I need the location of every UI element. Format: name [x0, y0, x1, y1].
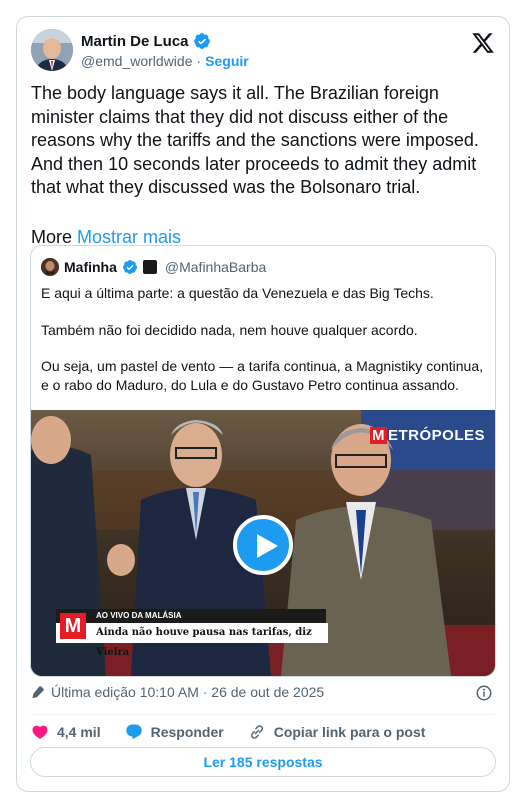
- quoted-post-text: E aqui a última parte: a questão da Vene…: [41, 284, 489, 412]
- separator-dot: ·: [196, 53, 202, 69]
- link-icon: [250, 725, 263, 739]
- play-icon: [257, 534, 278, 558]
- info-icon[interactable]: [475, 684, 493, 702]
- quoted-paragraph: Ou seja, um pastel de vento — a tarifa c…: [41, 358, 484, 393]
- video-thumbnail[interactable]: M ETRÓPOLES AO VIVO DA MALÁSIA Ainda não…: [31, 410, 495, 676]
- video-brand-logo: M ETRÓPOLES: [369, 427, 485, 444]
- follow-button[interactable]: Seguir: [205, 53, 249, 69]
- quoted-author-avatar: [41, 258, 59, 276]
- quoted-author-name: Mafinha: [64, 259, 117, 275]
- play-button[interactable]: [233, 515, 293, 575]
- heart-icon: [32, 725, 48, 739]
- edit-pencil-icon: [32, 686, 44, 699]
- reply-bubble-icon: [125, 724, 142, 740]
- brand-initial: M: [369, 427, 387, 444]
- edited-timestamp[interactable]: Última edição 10:10 AM · 26 de out de 20…: [51, 684, 324, 700]
- embedded-post-card: Martin De Luca @emd_worldwide · Seguir T…: [16, 16, 510, 792]
- quoted-paragraph: E aqui a última parte: a questão da Vene…: [41, 285, 434, 301]
- quoted-verified-badge-icon: [122, 260, 137, 274]
- handle-row: @emd_worldwide · Seguir: [81, 53, 249, 69]
- author-handle[interactable]: @emd_worldwide: [81, 53, 192, 69]
- quoted-post-header: Mafinha @MafinhaBarba: [41, 258, 266, 276]
- verified-badge-icon: [193, 33, 210, 49]
- reply-label: Responder: [150, 724, 224, 740]
- read-replies-button[interactable]: Ler 185 respostas: [30, 747, 496, 777]
- like-count: 4,4 mil: [57, 724, 101, 740]
- quoted-paragraph: Também não foi decidido nada, nem houve …: [41, 321, 418, 338]
- video-caption: Ainda não houve pausa nas tarifas, diz V…: [56, 623, 328, 658]
- copy-link-button[interactable]: Copiar link para o post: [248, 723, 426, 741]
- post-header: Martin De Luca @emd_worldwide · Seguir: [31, 29, 495, 77]
- quoted-post[interactable]: Mafinha @MafinhaBarba E aqui a última pa…: [30, 245, 496, 677]
- brand-name: ETRÓPOLES: [387, 427, 485, 444]
- affiliation-badge-icon: [142, 260, 157, 274]
- x-logo-icon[interactable]: [471, 31, 495, 55]
- post-meta: Última edição 10:10 AM · 26 de out de 20…: [31, 684, 493, 702]
- action-bar: 4,4 mil Responder Copiar link para o pos…: [31, 720, 495, 744]
- post-text: The body language says it all. The Brazi…: [31, 83, 483, 197]
- live-tag: AO VIVO DA MALÁSIA: [56, 609, 326, 623]
- author-name[interactable]: Martin De Luca: [81, 33, 189, 50]
- like-button[interactable]: 4,4 mil: [31, 723, 101, 741]
- author-name-row: Martin De Luca: [81, 32, 211, 50]
- divider: [31, 714, 495, 715]
- reply-button[interactable]: Responder: [125, 723, 224, 741]
- channel-logo: M: [60, 613, 86, 639]
- author-avatar[interactable]: [31, 29, 73, 71]
- copy-link-label: Copiar link para o post: [273, 724, 426, 740]
- quoted-author-handle: @MafinhaBarba: [164, 259, 267, 275]
